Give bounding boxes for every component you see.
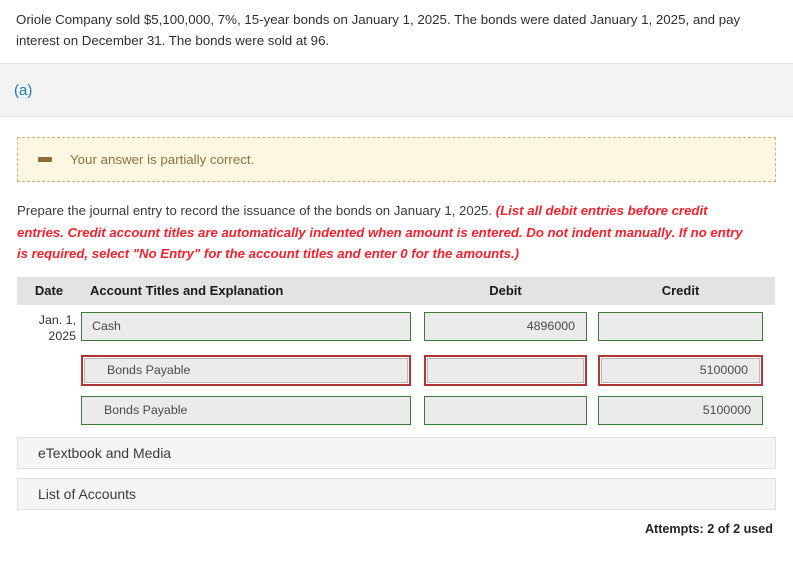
account-title-value-3: Bonds Payable — [104, 403, 188, 418]
resource-panels: eTextbook and Media List of Accounts — [17, 436, 776, 510]
instructions: Prepare the journal entry to record the … — [17, 200, 776, 265]
status-alert: Your answer is partially correct. — [17, 137, 776, 183]
account-title-value-1: Cash — [92, 319, 121, 334]
date-line-1: Jan. 1, — [38, 312, 76, 327]
debit-input-1[interactable]: 4896000 — [424, 311, 587, 341]
instructions-lead: Prepare the journal entry to record the … — [17, 203, 493, 219]
main-content: Your answer is partially correct. Prepar… — [0, 117, 793, 536]
account-title-input-3[interactable]: Bonds Payable — [81, 395, 411, 425]
row-spacer-b — [587, 396, 598, 425]
column-header-date: Date — [34, 283, 64, 299]
column-header-debit: Debit — [489, 283, 522, 299]
account-title-value-2: Bonds Payable — [107, 363, 191, 378]
credit-cell: 5100000 — [598, 395, 763, 425]
credit-input-2-inner: 5100000 — [601, 357, 760, 383]
account-title-input-2-inner: Bonds Payable — [84, 357, 408, 383]
account-title-cell: Cash — [81, 311, 411, 345]
problem-statement: Oriole Company sold $5,100,000, 7%, 15-y… — [0, 0, 793, 63]
minus-icon — [38, 157, 52, 163]
row-spacer-a — [411, 396, 424, 425]
credit-value-2: 5100000 — [699, 363, 748, 378]
credit-cell: 5100000 — [598, 354, 763, 386]
credit-input-3[interactable]: 5100000 — [598, 395, 763, 425]
part-label: (a) — [14, 81, 33, 99]
row-spacer-b — [587, 312, 598, 345]
table-header-row: Date Account Titles and Explanation Debi… — [17, 276, 775, 305]
attempts-status: Attempts: 2 of 2 used — [644, 521, 773, 536]
credit-value-3: 5100000 — [702, 403, 751, 418]
debit-input-2[interactable] — [424, 354, 587, 386]
row-spacer-a — [411, 312, 424, 345]
part-section-header: (a) — [0, 64, 793, 118]
credit-input-1[interactable] — [598, 311, 763, 341]
debit-cell — [424, 395, 587, 425]
date-line-2: 2025 — [48, 329, 76, 344]
row-spacer-b — [587, 355, 598, 386]
debit-input-2-inner — [427, 357, 584, 383]
problem-statement-text: Oriole Company sold $5,100,000, 7%, 15-y… — [16, 12, 741, 48]
date-cell — [17, 396, 81, 425]
date-cell: Jan. 1, 2025 — [17, 312, 81, 345]
account-title-cell: Bonds Payable — [81, 354, 411, 386]
credit-input-2[interactable]: 5100000 — [598, 354, 763, 386]
list-of-accounts-panel[interactable]: List of Accounts — [17, 477, 776, 510]
debit-cell — [424, 354, 587, 386]
table-row: Bonds Payable 5100000 — [17, 354, 775, 386]
debit-value-1: 4896000 — [526, 319, 575, 334]
table-row: Jan. 1, 2025 Cash 4896000 — [17, 311, 775, 345]
debit-cell: 4896000 — [424, 311, 587, 345]
row-spacer-a — [411, 355, 424, 386]
list-of-accounts-label: List of Accounts — [38, 485, 137, 502]
date-cell — [17, 355, 81, 386]
credit-cell — [598, 311, 763, 345]
debit-input-3[interactable] — [424, 395, 587, 425]
etextbook-and-media-panel[interactable]: eTextbook and Media — [17, 436, 776, 469]
account-title-input-1[interactable]: Cash — [81, 311, 411, 341]
account-title-cell: Bonds Payable — [81, 395, 411, 425]
column-header-credit: Credit — [661, 283, 700, 299]
table-row: Bonds Payable 5100000 — [17, 395, 775, 425]
status-alert-message: Your answer is partially correct. — [70, 152, 255, 168]
column-header-account: Account Titles and Explanation — [90, 283, 284, 299]
journal-entry-table: Date Account Titles and Explanation Debi… — [17, 276, 775, 425]
account-title-input-2[interactable]: Bonds Payable — [81, 354, 411, 386]
etextbook-and-media-label: eTextbook and Media — [38, 444, 172, 461]
